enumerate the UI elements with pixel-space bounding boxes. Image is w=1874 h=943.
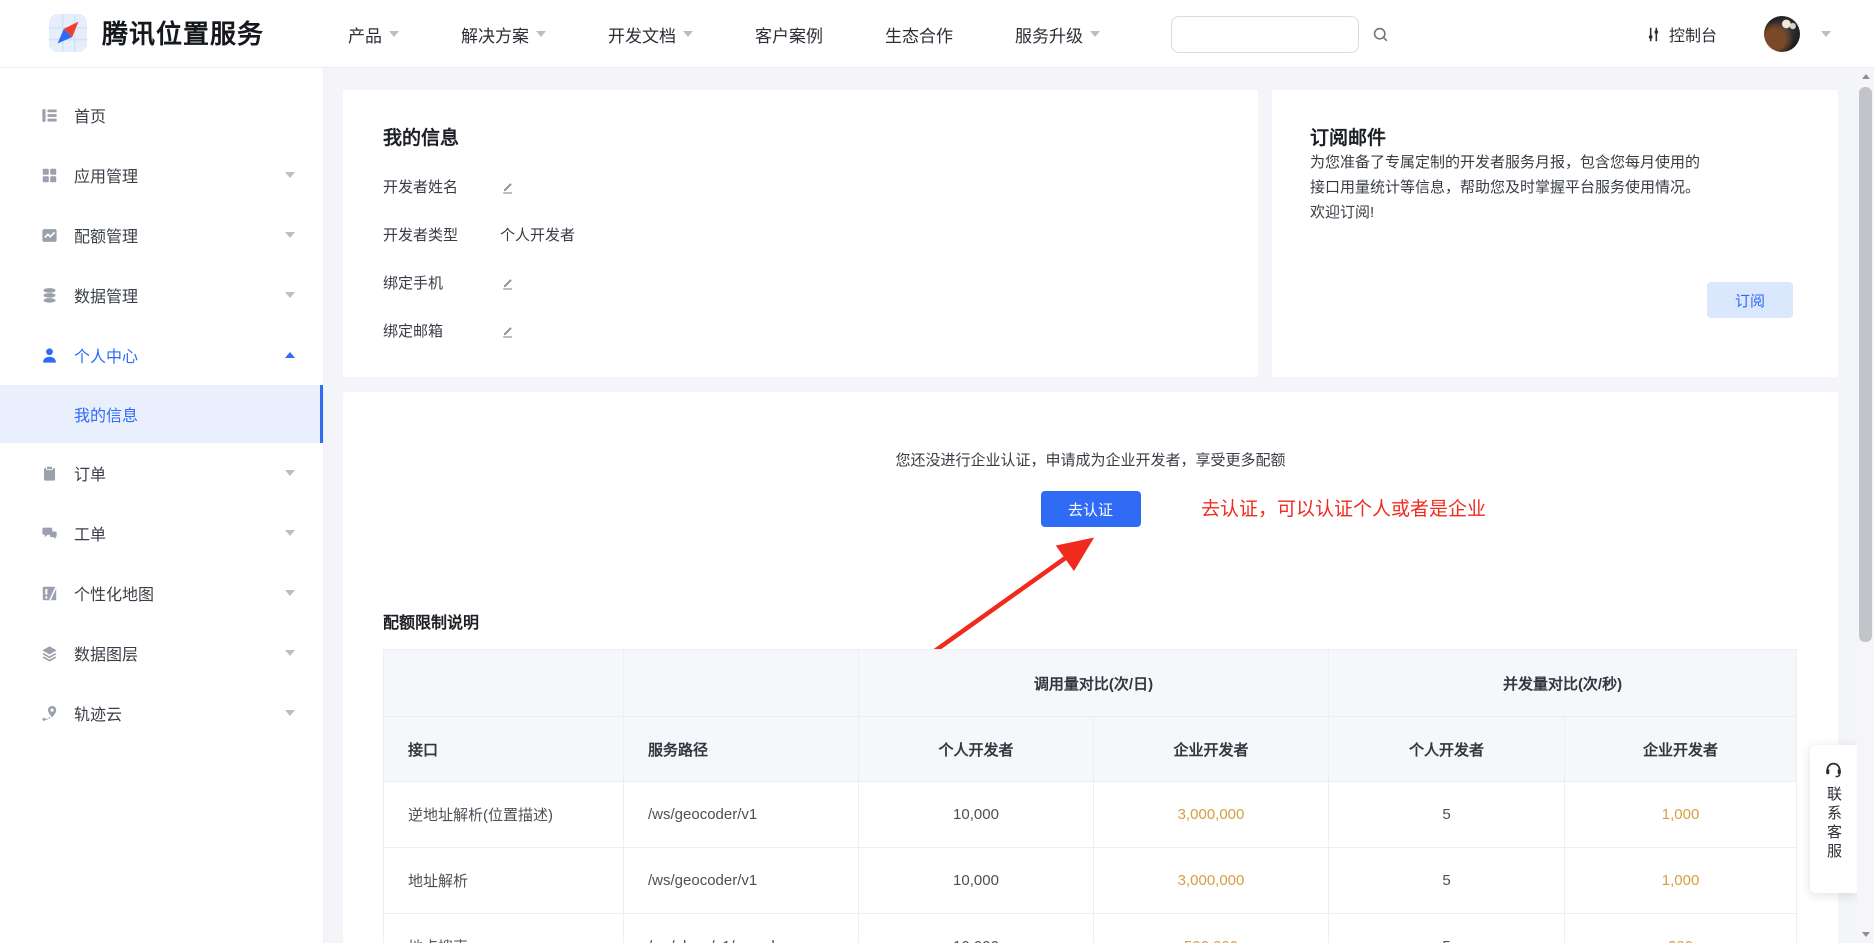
certification-notice: 您还没进行企业认证，申请成为企业开发者，享受更多配额 bbox=[343, 449, 1838, 470]
subscribe-text-line: 欢迎订阅! bbox=[1310, 200, 1800, 225]
chevron-down-icon bbox=[683, 31, 693, 37]
scrollbar-thumb[interactable] bbox=[1859, 87, 1872, 642]
table-row: 逆地址解析(位置描述) /ws/geocoder/v1 10,000 3,000… bbox=[384, 782, 1797, 848]
chevron-down-icon bbox=[536, 31, 546, 37]
col-header-personal-dev: 个人开发者 bbox=[859, 717, 1094, 782]
grid-icon bbox=[40, 166, 59, 185]
avatar[interactable] bbox=[1764, 16, 1800, 52]
search-box bbox=[1171, 16, 1359, 53]
top-navigation: 产品 解决方案 开发文档 客户案例 生态合作 服务升级 bbox=[348, 0, 1162, 68]
custom-map-icon bbox=[40, 584, 59, 603]
chevron-down-icon bbox=[285, 470, 295, 476]
subscribe-text-line: 为您准备了专属定制的开发者服务月报，包含您每月使用的 bbox=[1310, 150, 1800, 175]
subscribe-text-line: 接口用量统计等信息，帮助您及时掌握平台服务使用情况。 bbox=[1310, 175, 1800, 200]
col-header-service-path: 服务路径 bbox=[624, 717, 859, 782]
subscribe-button[interactable]: 订阅 bbox=[1707, 282, 1793, 318]
database-icon bbox=[40, 286, 59, 305]
sidebar: 首页 应用管理 配额管理 数据管理 个人中心 我的信息 订单 工单 个性化地图 bbox=[0, 68, 324, 943]
col-header-interface: 接口 bbox=[384, 717, 624, 782]
chevron-down-icon bbox=[285, 590, 295, 596]
contact-support-label: 联系客服 bbox=[1823, 786, 1844, 862]
col-header-enterprise-dev: 企业开发者 bbox=[1094, 717, 1329, 782]
col-header-personal-dev: 个人开发者 bbox=[1329, 717, 1565, 782]
search-input[interactable] bbox=[1172, 17, 1371, 52]
clipboard-icon bbox=[40, 464, 59, 483]
quota-group-header-row: 调用量对比(次/日) 并发量对比(次/秒) bbox=[384, 650, 1797, 717]
sidebar-subitem-my-info[interactable]: 我的信息 bbox=[0, 385, 323, 443]
chevron-down-icon bbox=[285, 292, 295, 298]
sidebar-item-home[interactable]: 首页 bbox=[0, 85, 323, 145]
nav-products[interactable]: 产品 bbox=[348, 22, 399, 47]
quota-column-header-row: 接口 服务路径 个人开发者 企业开发者 个人开发者 企业开发者 bbox=[384, 717, 1797, 782]
col-header-enterprise-dev: 企业开发者 bbox=[1565, 717, 1797, 782]
edit-pencil-icon[interactable] bbox=[500, 322, 517, 339]
nav-cases[interactable]: 客户案例 bbox=[755, 22, 823, 47]
subscribe-title: 订阅邮件 bbox=[1310, 123, 1800, 150]
person-icon bbox=[40, 346, 59, 365]
sidebar-item-custom-map[interactable]: 个性化地图 bbox=[0, 563, 323, 623]
sidebar-item-app-management[interactable]: 应用管理 bbox=[0, 145, 323, 205]
go-certify-button[interactable]: 去认证 bbox=[1041, 491, 1141, 527]
info-row-developer-type: 开发者类型 个人开发者 bbox=[383, 222, 1218, 246]
nav-docs[interactable]: 开发文档 bbox=[608, 22, 693, 47]
info-row-bound-email: 绑定邮箱 bbox=[383, 318, 1218, 342]
sidebar-item-personal-center[interactable]: 个人中心 bbox=[0, 325, 323, 385]
nav-eco[interactable]: 生态合作 bbox=[885, 22, 953, 47]
developer-type-value: 个人开发者 bbox=[500, 224, 575, 245]
empty-header-cell bbox=[384, 650, 624, 717]
sidebar-item-tickets[interactable]: 工单 bbox=[0, 503, 323, 563]
console-link[interactable]: 控制台 bbox=[1645, 0, 1717, 68]
sidebar-item-data-layers[interactable]: 数据图层 bbox=[0, 623, 323, 683]
chevron-down-icon bbox=[1090, 31, 1100, 37]
chat-bubbles-icon bbox=[40, 524, 59, 543]
triangle-down-icon bbox=[1862, 932, 1870, 937]
brand-title: 腾讯位置服务 bbox=[102, 0, 264, 68]
my-info-card: 我的信息 开发者姓名 开发者类型 个人开发者 绑定手机 绑定邮箱 bbox=[343, 90, 1258, 377]
sidebar-item-quota-management[interactable]: 配额管理 bbox=[0, 205, 323, 265]
search-icon[interactable] bbox=[1371, 25, 1390, 44]
edit-pencil-icon[interactable] bbox=[500, 274, 517, 291]
sidebar-item-data-management[interactable]: 数据管理 bbox=[0, 265, 323, 325]
info-row-bound-phone: 绑定手机 bbox=[383, 270, 1218, 294]
location-track-icon bbox=[40, 704, 59, 723]
compass-logo-icon bbox=[49, 14, 87, 52]
info-row-developer-name: 开发者姓名 bbox=[383, 174, 1218, 198]
scroll-up-button[interactable] bbox=[1857, 68, 1874, 85]
chevron-down-icon bbox=[285, 232, 295, 238]
scroll-down-button[interactable] bbox=[1857, 926, 1874, 943]
sidebar-item-track-cloud[interactable]: 轨迹云 bbox=[0, 683, 323, 743]
quota-section-title: 配额限制说明 bbox=[383, 609, 479, 633]
triangle-up-icon bbox=[1862, 74, 1870, 79]
nav-upgrade[interactable]: 服务升级 bbox=[1015, 22, 1100, 47]
table-row: 地点搜索 /ws/place/v1/search 10,000 500,000 … bbox=[384, 914, 1797, 943]
certification-quota-card: 您还没进行企业认证，申请成为企业开发者，享受更多配额 去认证 去认证，可以认证个… bbox=[343, 392, 1838, 943]
chevron-down-icon bbox=[285, 172, 295, 178]
chevron-down-icon bbox=[285, 650, 295, 656]
chevron-down-icon bbox=[285, 710, 295, 716]
red-annotation-text: 去认证，可以认证个人或者是企业 bbox=[1201, 494, 1486, 521]
chart-image-icon bbox=[40, 226, 59, 245]
vertical-scrollbar[interactable] bbox=[1857, 68, 1874, 943]
edit-pencil-icon[interactable] bbox=[500, 178, 517, 195]
contact-support-button[interactable]: 联系客服 bbox=[1810, 745, 1857, 893]
layers-icon bbox=[40, 644, 59, 663]
chevron-down-icon bbox=[389, 31, 399, 37]
group-header-concurrency: 并发量对比(次/秒) bbox=[1329, 650, 1797, 717]
empty-header-cell bbox=[624, 650, 859, 717]
sidebar-item-orders[interactable]: 订单 bbox=[0, 443, 323, 503]
table-row: 地址解析 /ws/geocoder/v1 10,000 3,000,000 5 … bbox=[384, 848, 1797, 914]
quota-table: 调用量对比(次/日) 并发量对比(次/秒) 接口 服务路径 个人开发者 企业开发… bbox=[383, 649, 1797, 943]
avatar-chevron-down-icon[interactable] bbox=[1821, 31, 1831, 37]
sliders-icon bbox=[1645, 26, 1662, 43]
nav-solutions[interactable]: 解决方案 bbox=[461, 22, 546, 47]
headset-icon bbox=[1823, 758, 1844, 779]
subscribe-mail-card: 订阅邮件 为您准备了专属定制的开发者服务月报，包含您每月使用的 接口用量统计等信… bbox=[1272, 90, 1838, 377]
my-info-title: 我的信息 bbox=[383, 123, 1218, 150]
chevron-down-icon bbox=[285, 530, 295, 536]
top-bar: 腾讯位置服务 产品 解决方案 开发文档 客户案例 生态合作 服务升级 控制台 bbox=[0, 0, 1874, 68]
home-list-icon bbox=[40, 106, 59, 125]
group-header-daily-calls: 调用量对比(次/日) bbox=[859, 650, 1329, 717]
chevron-up-icon bbox=[285, 352, 295, 358]
